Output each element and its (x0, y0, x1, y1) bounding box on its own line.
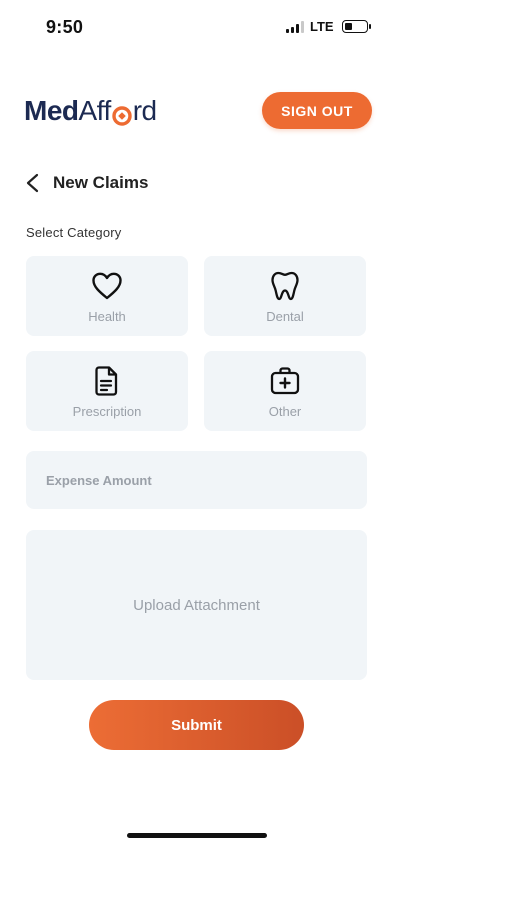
network-type: LTE (310, 19, 334, 34)
category-health[interactable]: Health (26, 256, 188, 336)
category-dental[interactable]: Dental (204, 256, 366, 336)
status-time: 9:50 (46, 17, 84, 37)
signal-icon (286, 20, 304, 33)
battery-level (344, 23, 353, 30)
logo-text-rd: rd (132, 95, 157, 126)
home-indicator[interactable] (127, 833, 267, 838)
upload-attachment-area[interactable]: Upload Attachment (26, 530, 367, 680)
category-label: Dental (266, 308, 304, 324)
document-icon (95, 365, 118, 396)
medical-kit-icon (270, 366, 300, 394)
page-title: New Claims (53, 173, 149, 192)
select-category-label: Select Category (26, 225, 122, 240)
back-arrow-icon[interactable] (22, 172, 44, 194)
logo-text-aff: Aff (78, 95, 112, 126)
medafford-logo: Med Aff rd (24, 96, 157, 126)
category-label: Other (268, 403, 302, 419)
category-other[interactable]: Other (204, 351, 366, 431)
tooth-icon (271, 271, 299, 300)
logo-text-med: Med (24, 95, 79, 126)
heart-icon (92, 272, 122, 299)
status-indicators: LTE (286, 19, 371, 34)
sign-out-button[interactable]: SIGN OUT (262, 92, 372, 129)
category-label: Health (88, 308, 126, 324)
submit-button[interactable]: Submit (89, 700, 304, 750)
upload-attachment-label: Upload Attachment (133, 596, 260, 614)
battery-icon (341, 20, 371, 33)
category-label: Prescription (72, 403, 142, 419)
logo-o-icon (112, 102, 132, 126)
expense-amount-input[interactable] (26, 451, 367, 509)
category-prescription[interactable]: Prescription (26, 351, 188, 431)
